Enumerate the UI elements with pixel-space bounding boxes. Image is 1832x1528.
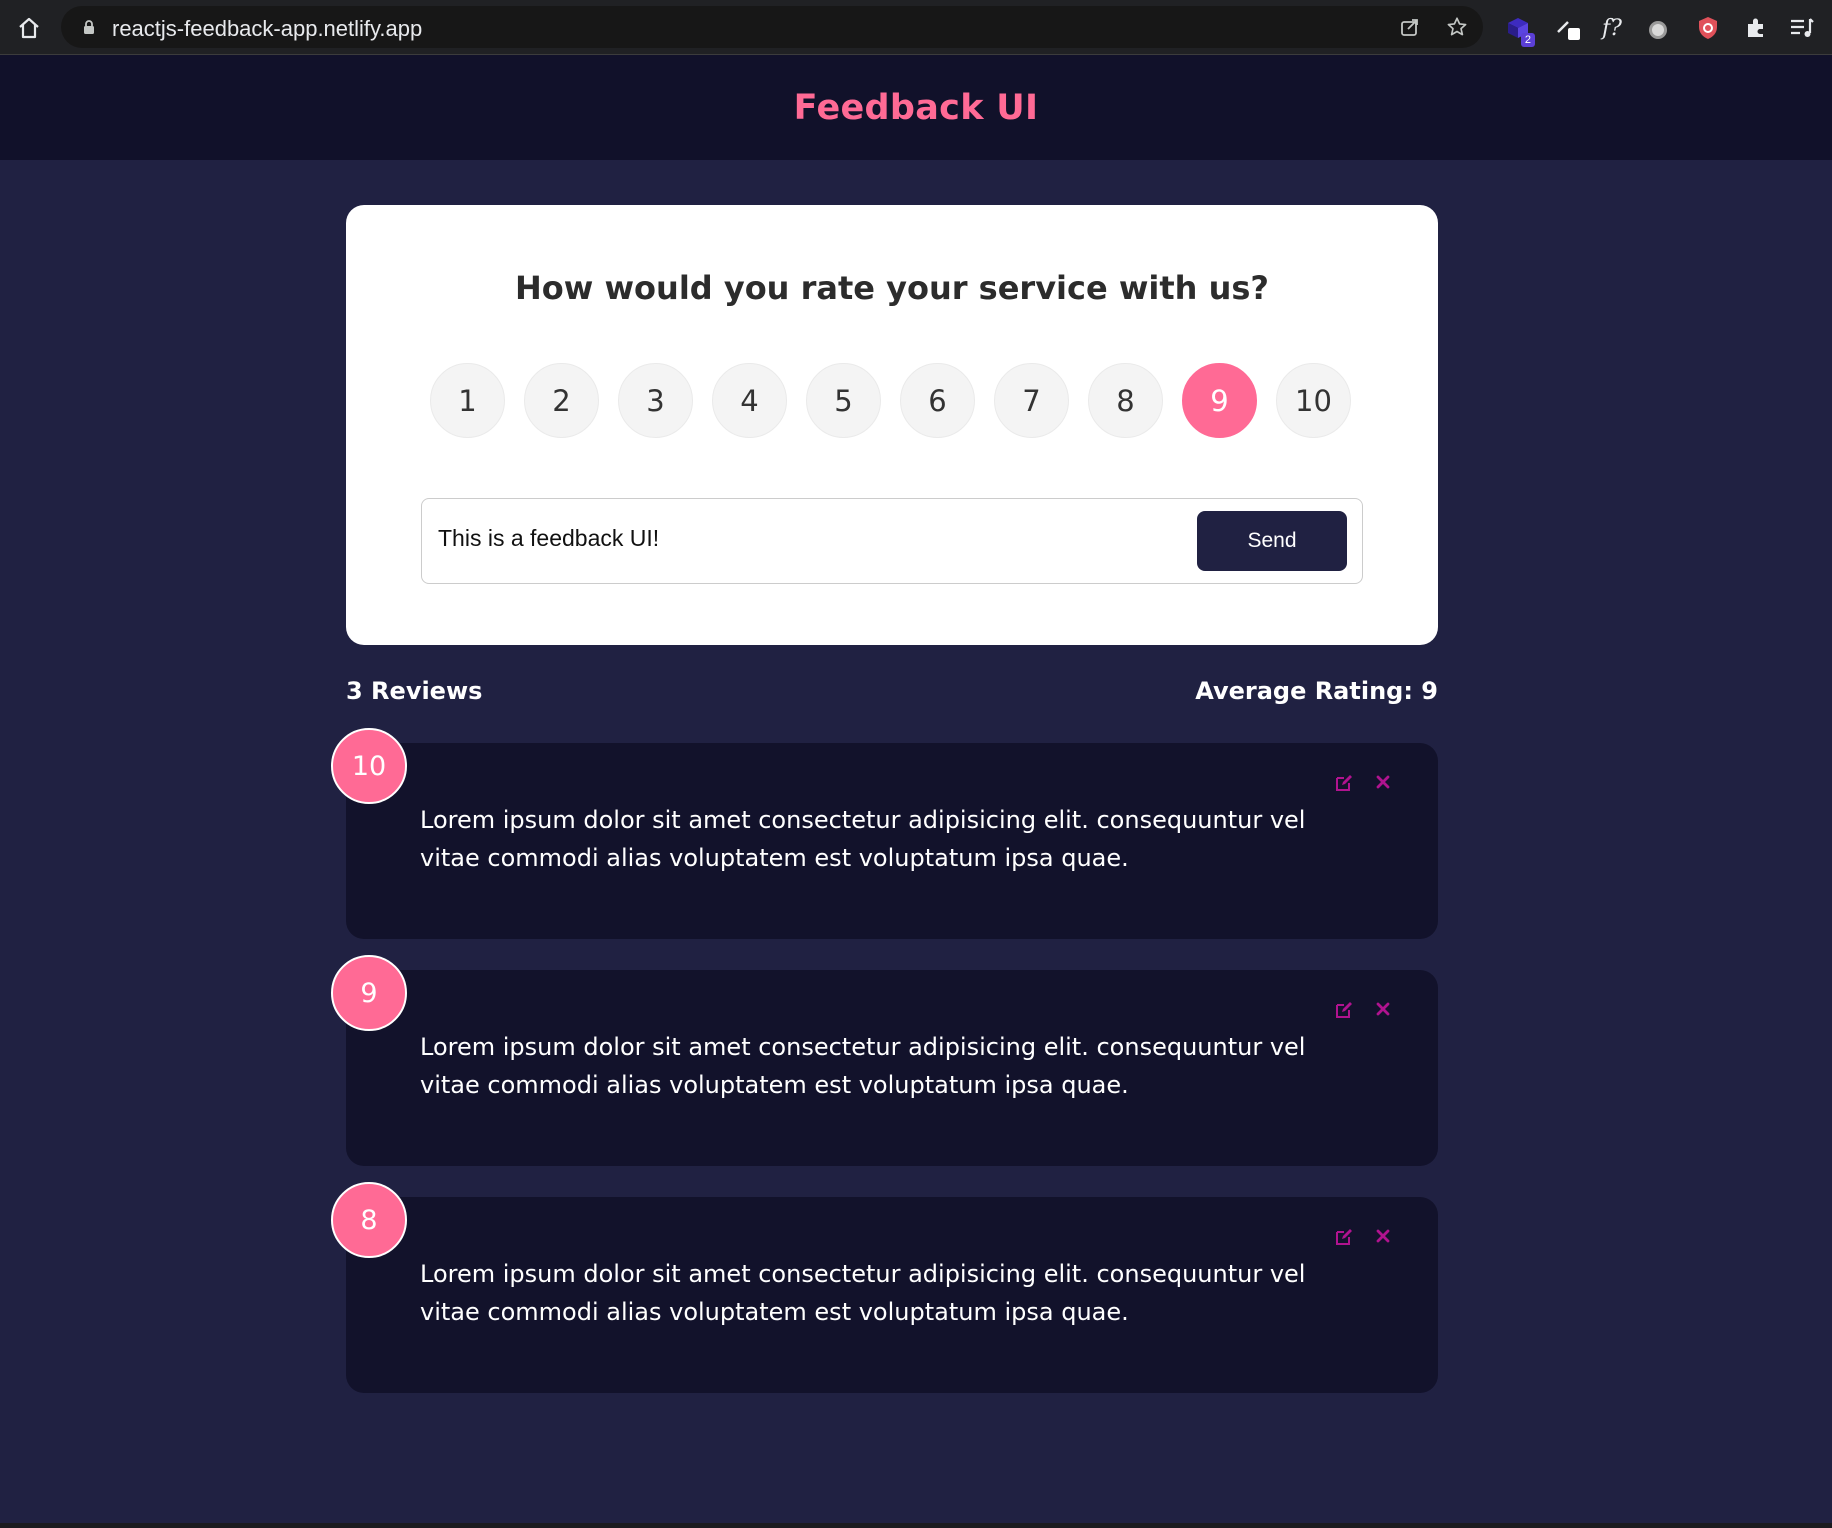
review-card: 8 Lorem ipsum dolor sit amet consectetur… xyxy=(331,1182,1438,1393)
extensions-puzzle-icon[interactable] xyxy=(1741,13,1771,43)
reading-list-icon[interactable] xyxy=(1787,13,1817,43)
app-title: Feedback UI xyxy=(793,87,1039,128)
app-header: Feedback UI xyxy=(0,55,1832,160)
rating-option-10[interactable]: 10 xyxy=(1276,363,1351,438)
send-button[interactable]: Send xyxy=(1197,511,1347,571)
review-rating-badge: 9 xyxy=(331,955,407,1031)
url-text: reactjs-feedback-app.netlify.app xyxy=(112,16,423,41)
rating-option-7[interactable]: 7 xyxy=(994,363,1069,438)
review-count: 3 Reviews xyxy=(346,677,483,705)
review-text: Lorem ipsum dolor sit amet consectetur a… xyxy=(420,1260,1306,1326)
shield-icon[interactable] xyxy=(1693,13,1723,43)
rating-select: 1 2 3 4 5 6 7 8 9 10 xyxy=(430,363,1351,438)
bottom-edge xyxy=(0,1523,1832,1528)
rating-option-5[interactable]: 5 xyxy=(806,363,881,438)
home-icon[interactable] xyxy=(14,13,44,43)
feedback-input-group: This is a feedback UI! Send xyxy=(421,498,1363,584)
rating-option-3[interactable]: 3 xyxy=(618,363,693,438)
rating-option-2[interactable]: 2 xyxy=(524,363,599,438)
rating-option-8[interactable]: 8 xyxy=(1088,363,1163,438)
browser-toolbar: reactjs-feedback-app.netlify.app 2 f? xyxy=(0,0,1832,55)
rating-option-4[interactable]: 4 xyxy=(712,363,787,438)
font-finder-icon[interactable]: f? xyxy=(1597,13,1627,43)
edit-icon[interactable] xyxy=(1332,1225,1356,1249)
rating-option-1[interactable]: 1 xyxy=(430,363,505,438)
extension-cat-icon[interactable] xyxy=(1643,13,1673,43)
review-card: 9 Lorem ipsum dolor sit amet consectetur… xyxy=(331,955,1438,1166)
feedback-text-input[interactable]: This is a feedback UI! xyxy=(438,525,659,552)
review-rating-badge: 8 xyxy=(331,1182,407,1258)
delete-icon[interactable] xyxy=(1372,1225,1394,1247)
review-card: 10 Lorem ipsum dolor sit amet consectetu… xyxy=(331,728,1438,939)
extension-cube-icon[interactable]: 2 xyxy=(1503,13,1535,47)
delete-icon[interactable] xyxy=(1372,771,1394,793)
share-icon[interactable] xyxy=(1398,15,1422,39)
eyedropper-icon[interactable] xyxy=(1553,13,1583,43)
rating-question: How would you rate your service with us? xyxy=(515,269,1269,307)
review-text: Lorem ipsum dolor sit amet consectetur a… xyxy=(420,1033,1306,1099)
edit-icon[interactable] xyxy=(1332,998,1356,1022)
edit-icon[interactable] xyxy=(1332,771,1356,795)
feedback-form-card: How would you rate your service with us?… xyxy=(346,205,1438,645)
bookmark-star-icon[interactable] xyxy=(1445,15,1469,39)
average-rating: Average Rating: 9 xyxy=(1195,677,1438,705)
review-text: Lorem ipsum dolor sit amet consectetur a… xyxy=(420,806,1306,872)
rating-option-9[interactable]: 9 xyxy=(1182,363,1257,438)
delete-icon[interactable] xyxy=(1372,998,1394,1020)
rating-option-6[interactable]: 6 xyxy=(900,363,975,438)
lock-icon xyxy=(81,19,97,35)
address-bar[interactable]: reactjs-feedback-app.netlify.app xyxy=(61,6,1483,48)
review-rating-badge: 10 xyxy=(331,728,407,804)
extension-badge: 2 xyxy=(1520,33,1535,47)
